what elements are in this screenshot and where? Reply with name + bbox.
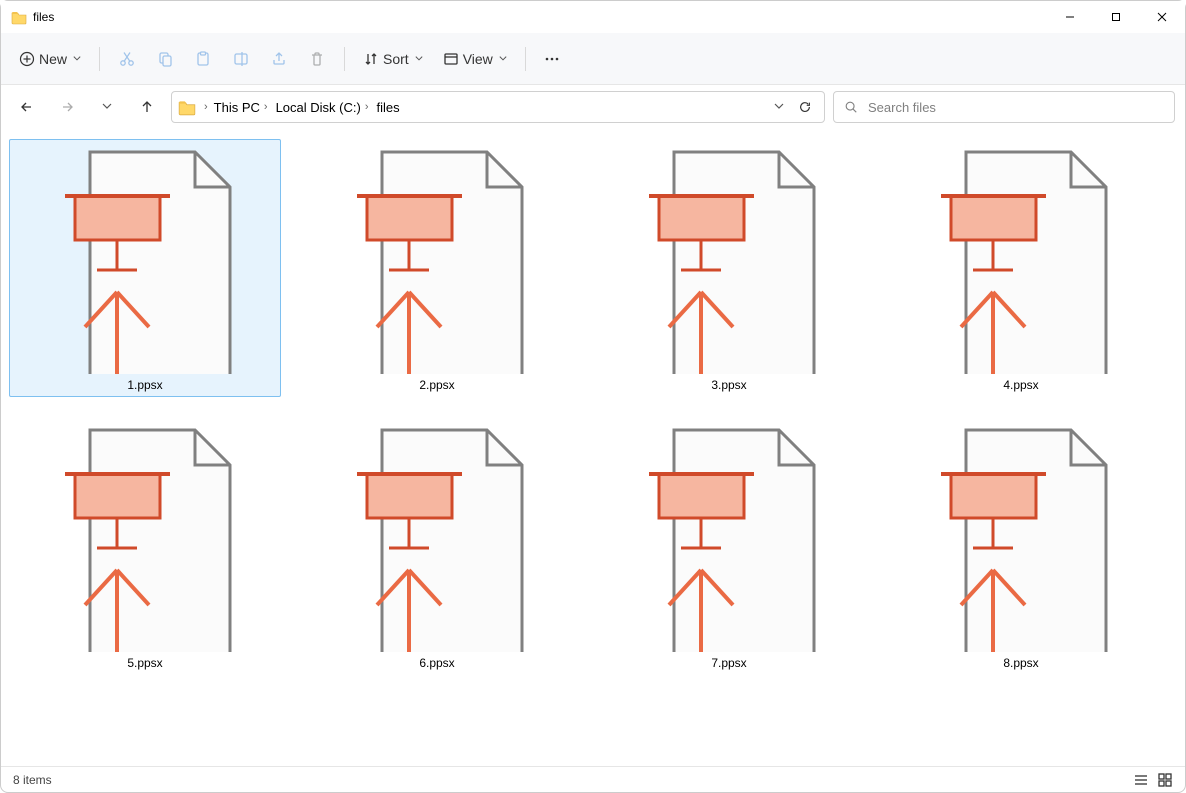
file-item[interactable]: 3.ppsx [593, 139, 865, 397]
file-name: 4.ppsx [1003, 374, 1038, 394]
file-pane[interactable]: 1.ppsx 2.ppsx 3.ppsx 4.ppsx 5.ppsx 6.ppsx 7.pp… [1, 129, 1185, 766]
file-thumbnail [891, 142, 1151, 374]
minimize-button[interactable] [1047, 1, 1093, 33]
sort-button[interactable]: Sort [355, 41, 431, 77]
nav-row: › This PC › Local Disk (C:) › files [1, 85, 1185, 129]
new-label: New [39, 51, 67, 67]
rename-button[interactable] [224, 41, 258, 77]
arrow-up-icon [139, 99, 155, 115]
file-thumbnail [307, 420, 567, 652]
file-item[interactable]: 6.ppsx [301, 417, 573, 675]
search-box[interactable] [833, 91, 1175, 123]
close-button[interactable] [1139, 1, 1185, 33]
ppsx-icon [921, 420, 1121, 652]
file-item[interactable]: 8.ppsx [885, 417, 1157, 675]
file-item[interactable]: 4.ppsx [885, 139, 1157, 397]
recent-button[interactable] [91, 91, 123, 123]
ppsx-icon [337, 420, 537, 652]
ppsx-icon [629, 420, 829, 652]
file-name: 2.ppsx [419, 374, 454, 394]
back-button[interactable] [11, 91, 43, 123]
separator [525, 47, 526, 71]
search-input[interactable] [866, 99, 1164, 116]
toolbar: New [1, 33, 1185, 85]
breadcrumb-label: Local Disk (C:) [276, 100, 361, 115]
file-thumbnail [891, 420, 1151, 652]
arrow-left-icon [19, 99, 35, 115]
separator [344, 47, 345, 71]
file-thumbnail [15, 420, 275, 652]
paste-icon [194, 50, 212, 68]
ppsx-icon [337, 142, 537, 374]
file-thumbnail [307, 142, 567, 374]
view-icon [443, 51, 459, 67]
chevron-down-icon[interactable] [774, 102, 784, 112]
file-item[interactable]: 2.ppsx [301, 139, 573, 397]
status-text: 8 items [13, 773, 52, 787]
chevron-down-icon [102, 102, 112, 112]
file-name: 3.ppsx [711, 374, 746, 394]
file-name: 5.ppsx [127, 652, 162, 672]
chevron-right-icon: › [204, 101, 208, 113]
separator [99, 47, 100, 71]
folder-icon [11, 9, 27, 25]
ppsx-icon [921, 142, 1121, 374]
folder-icon [178, 98, 196, 116]
breadcrumb-label: This PC [214, 100, 260, 115]
file-item[interactable]: 1.ppsx [9, 139, 281, 397]
refresh-icon[interactable] [798, 100, 812, 114]
titlebar: files [1, 1, 1185, 33]
status-bar: 8 items [1, 766, 1185, 792]
view-button[interactable]: View [435, 41, 515, 77]
address-bar[interactable]: › This PC › Local Disk (C:) › files [171, 91, 825, 123]
file-thumbnail [599, 420, 859, 652]
cut-button[interactable] [110, 41, 144, 77]
new-button[interactable]: New [11, 41, 89, 77]
view-label: View [463, 51, 493, 67]
search-icon [844, 100, 858, 114]
ppsx-icon [629, 142, 829, 374]
trash-icon [308, 50, 326, 68]
copy-button[interactable] [148, 41, 182, 77]
plus-circle-icon [19, 51, 35, 67]
forward-button[interactable] [51, 91, 83, 123]
details-view-icon[interactable] [1133, 772, 1149, 788]
file-item[interactable]: 7.ppsx [593, 417, 865, 675]
ellipsis-icon [544, 51, 560, 67]
sort-label: Sort [383, 51, 409, 67]
breadcrumb-seg[interactable]: This PC › [212, 100, 270, 115]
file-thumbnail [599, 142, 859, 374]
chevron-right-icon: › [264, 101, 268, 113]
breadcrumb-seg[interactable]: Local Disk (C:) › [274, 100, 371, 115]
ppsx-icon [45, 142, 245, 374]
file-name: 1.ppsx [127, 374, 162, 394]
chevron-down-icon [499, 55, 507, 63]
chevron-down-icon [73, 55, 81, 63]
ppsx-icon [45, 420, 245, 652]
arrow-right-icon [59, 99, 75, 115]
sort-icon [363, 51, 379, 67]
file-name: 7.ppsx [711, 652, 746, 672]
paste-button[interactable] [186, 41, 220, 77]
breadcrumb-seg[interactable]: files [375, 100, 402, 115]
up-button[interactable] [131, 91, 163, 123]
file-name: 6.ppsx [419, 652, 454, 672]
chevron-right-icon: › [365, 101, 369, 113]
thumbnails-view-icon[interactable] [1157, 772, 1173, 788]
chevron-down-icon [415, 55, 423, 63]
breadcrumb-label: files [377, 100, 400, 115]
file-item[interactable]: 5.ppsx [9, 417, 281, 675]
share-icon [270, 50, 288, 68]
window-title: files [33, 10, 54, 24]
share-button[interactable] [262, 41, 296, 77]
cut-icon [118, 50, 136, 68]
rename-icon [232, 50, 250, 68]
file-thumbnail [15, 142, 275, 374]
more-button[interactable] [536, 41, 568, 77]
file-name: 8.ppsx [1003, 652, 1038, 672]
delete-button[interactable] [300, 41, 334, 77]
copy-icon [156, 50, 174, 68]
maximize-button[interactable] [1093, 1, 1139, 33]
